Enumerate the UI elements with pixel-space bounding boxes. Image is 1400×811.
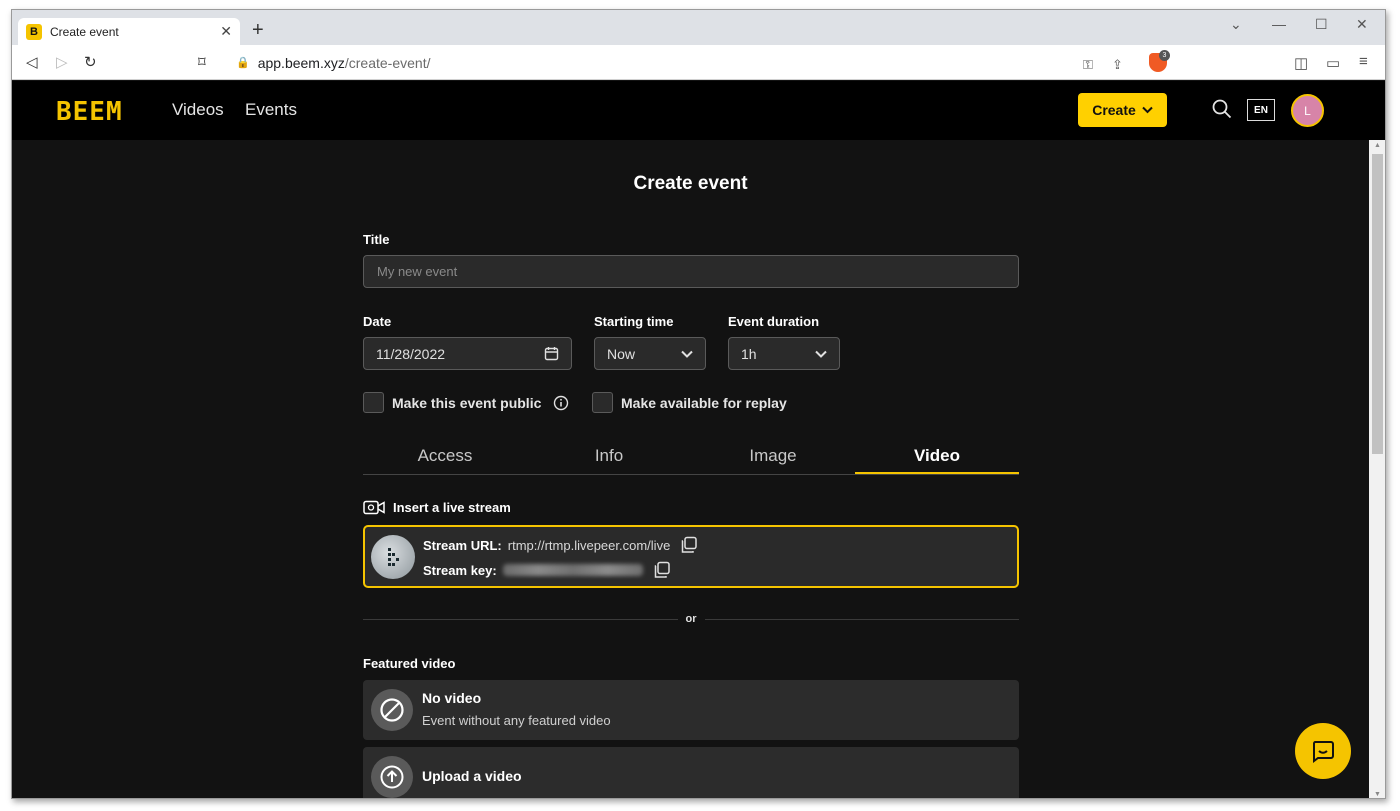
- page-scrollbar[interactable]: ▲ ▼: [1369, 140, 1385, 798]
- upload-icon: [380, 765, 404, 789]
- tab-title: Create event: [50, 24, 119, 39]
- public-checkbox-row: Make this event public: [363, 392, 569, 413]
- chevron-down-icon: [815, 350, 827, 358]
- live-stream-heading: Insert a live stream: [363, 500, 511, 515]
- or-text: or: [685, 613, 697, 625]
- key-icon[interactable]: ⚿: [1083, 57, 1093, 73]
- page-title: Create event: [633, 173, 748, 194]
- reload-icon[interactable]: ↻: [84, 53, 97, 71]
- scrollbar-thumb[interactable]: [1372, 154, 1383, 454]
- lock-icon: 🔒: [236, 57, 250, 69]
- replay-checkbox-row: Make available for replay: [592, 392, 787, 413]
- starting-time-select[interactable]: Now: [594, 337, 706, 370]
- or-divider: or: [363, 613, 1019, 625]
- chat-button[interactable]: [1295, 723, 1351, 779]
- forward-icon[interactable]: ▷: [56, 53, 68, 71]
- search-icon[interactable]: [1212, 99, 1232, 119]
- stream-url-label: Stream URL:: [423, 537, 502, 553]
- copy-icon[interactable]: [680, 536, 698, 554]
- date-field[interactable]: 11/28/2022: [363, 337, 572, 370]
- date-label: Date: [363, 314, 392, 329]
- stream-key-row: Stream key:: [423, 561, 671, 579]
- tab-access[interactable]: Access: [363, 443, 527, 474]
- language-button[interactable]: EN: [1247, 99, 1275, 121]
- starting-time-label: Starting time: [594, 314, 674, 329]
- replay-label: Make available for replay: [621, 394, 787, 411]
- nav-videos[interactable]: Videos: [172, 100, 224, 120]
- bookmark-icon[interactable]: ⌑: [198, 53, 206, 71]
- divider-line: [704, 618, 1019, 620]
- chevron-down-icon: [681, 350, 693, 358]
- no-video-title: No video: [422, 690, 482, 706]
- browser-tab[interactable]: B Create event ✕: [18, 18, 240, 45]
- browser-window: B Create event ✕ + ⌄ — ☐ ✕ ◁ ▷ ↻ ⌑ 🔒 app…: [11, 9, 1386, 799]
- sidebar-icon[interactable]: ◫: [1294, 54, 1308, 72]
- event-tabs: Access Info Image Video: [363, 443, 1019, 475]
- public-label: Make this event public: [392, 394, 542, 411]
- date-value: 11/28/2022: [376, 345, 446, 362]
- tab-info[interactable]: Info: [527, 443, 691, 474]
- tab-search-chevron-icon[interactable]: ⌄: [1230, 16, 1242, 33]
- beem-favicon-icon: B: [26, 23, 42, 40]
- tab-video[interactable]: Video: [855, 443, 1019, 474]
- public-checkbox[interactable]: [363, 392, 384, 413]
- copy-icon[interactable]: [653, 561, 671, 579]
- close-window-icon[interactable]: ✕: [1356, 16, 1368, 33]
- forbidden-icon: [380, 698, 404, 722]
- tab-bar: B Create event ✕ + ⌄ — ☐ ✕: [12, 10, 1385, 45]
- no-video-subtitle: Event without any featured video: [422, 713, 611, 728]
- share-icon[interactable]: ⇪: [1112, 57, 1123, 73]
- replay-checkbox[interactable]: [592, 392, 613, 413]
- tab-close-icon[interactable]: ✕: [220, 23, 232, 40]
- event-duration-label: Event duration: [728, 314, 820, 329]
- divider-line: [363, 618, 678, 620]
- address-bar: ◁ ▷ ↻ ⌑ 🔒 app.beem.xyz /create-event/ ⚿ …: [12, 45, 1385, 80]
- stream-key-label: Stream key:: [423, 562, 497, 578]
- event-duration-value: 1h: [741, 345, 757, 362]
- maximize-icon[interactable]: ☐: [1315, 16, 1328, 33]
- stream-key-redacted: [502, 564, 643, 576]
- create-button-label: Create: [1092, 102, 1136, 118]
- url-field[interactable]: 🔒 app.beem.xyz /create-event/: [226, 50, 1172, 75]
- livepeer-logo-icon: [388, 548, 399, 566]
- scroll-up-icon[interactable]: ▲: [1374, 142, 1381, 149]
- starting-time-value: Now: [607, 345, 636, 362]
- no-video-option[interactable]: No video Event without any featured vide…: [363, 680, 1019, 740]
- chevron-down-icon: [1142, 106, 1153, 114]
- beem-logo[interactable]: BEEM: [56, 97, 123, 127]
- menu-icon[interactable]: ≡: [1359, 53, 1368, 70]
- brave-badge: 3: [1159, 50, 1170, 61]
- url-host: app.beem.xyz: [257, 54, 345, 71]
- avatar[interactable]: L: [1291, 94, 1324, 127]
- upload-icon-wrap: [371, 756, 413, 798]
- stream-info-box: Stream URL: rtmp://rtmp.livepeer.com/liv…: [363, 525, 1019, 588]
- title-label: Title: [363, 232, 390, 247]
- chat-bubble-icon: [1312, 741, 1334, 763]
- new-tab-plus-icon[interactable]: +: [252, 19, 264, 42]
- event-duration-select[interactable]: 1h: [728, 337, 840, 370]
- wallet-icon[interactable]: ▭: [1326, 54, 1340, 72]
- minimize-icon[interactable]: —: [1272, 16, 1286, 32]
- create-button[interactable]: Create: [1078, 93, 1167, 127]
- nav-events[interactable]: Events: [245, 100, 297, 120]
- upload-video-option[interactable]: Upload a video: [363, 747, 1019, 798]
- no-video-icon-wrap: [371, 689, 413, 731]
- scroll-down-icon[interactable]: ▼: [1374, 791, 1381, 798]
- live-stream-heading-text: Insert a live stream: [393, 500, 511, 515]
- info-icon[interactable]: [553, 395, 569, 411]
- stream-url-row: Stream URL: rtmp://rtmp.livepeer.com/liv…: [423, 536, 698, 554]
- video-camera-icon: [363, 500, 385, 515]
- back-icon[interactable]: ◁: [26, 53, 38, 71]
- app-header: BEEM Videos Events Create EN L: [12, 81, 1385, 140]
- upload-video-title: Upload a video: [422, 768, 522, 784]
- title-input[interactable]: [363, 255, 1019, 288]
- tab-image[interactable]: Image: [691, 443, 855, 474]
- url-path: /create-event/: [344, 54, 431, 71]
- calendar-icon[interactable]: [544, 346, 559, 361]
- featured-video-label: Featured video: [363, 656, 456, 671]
- stream-thumbnail: [371, 535, 415, 579]
- stream-url-value: rtmp://rtmp.livepeer.com/live: [507, 537, 671, 553]
